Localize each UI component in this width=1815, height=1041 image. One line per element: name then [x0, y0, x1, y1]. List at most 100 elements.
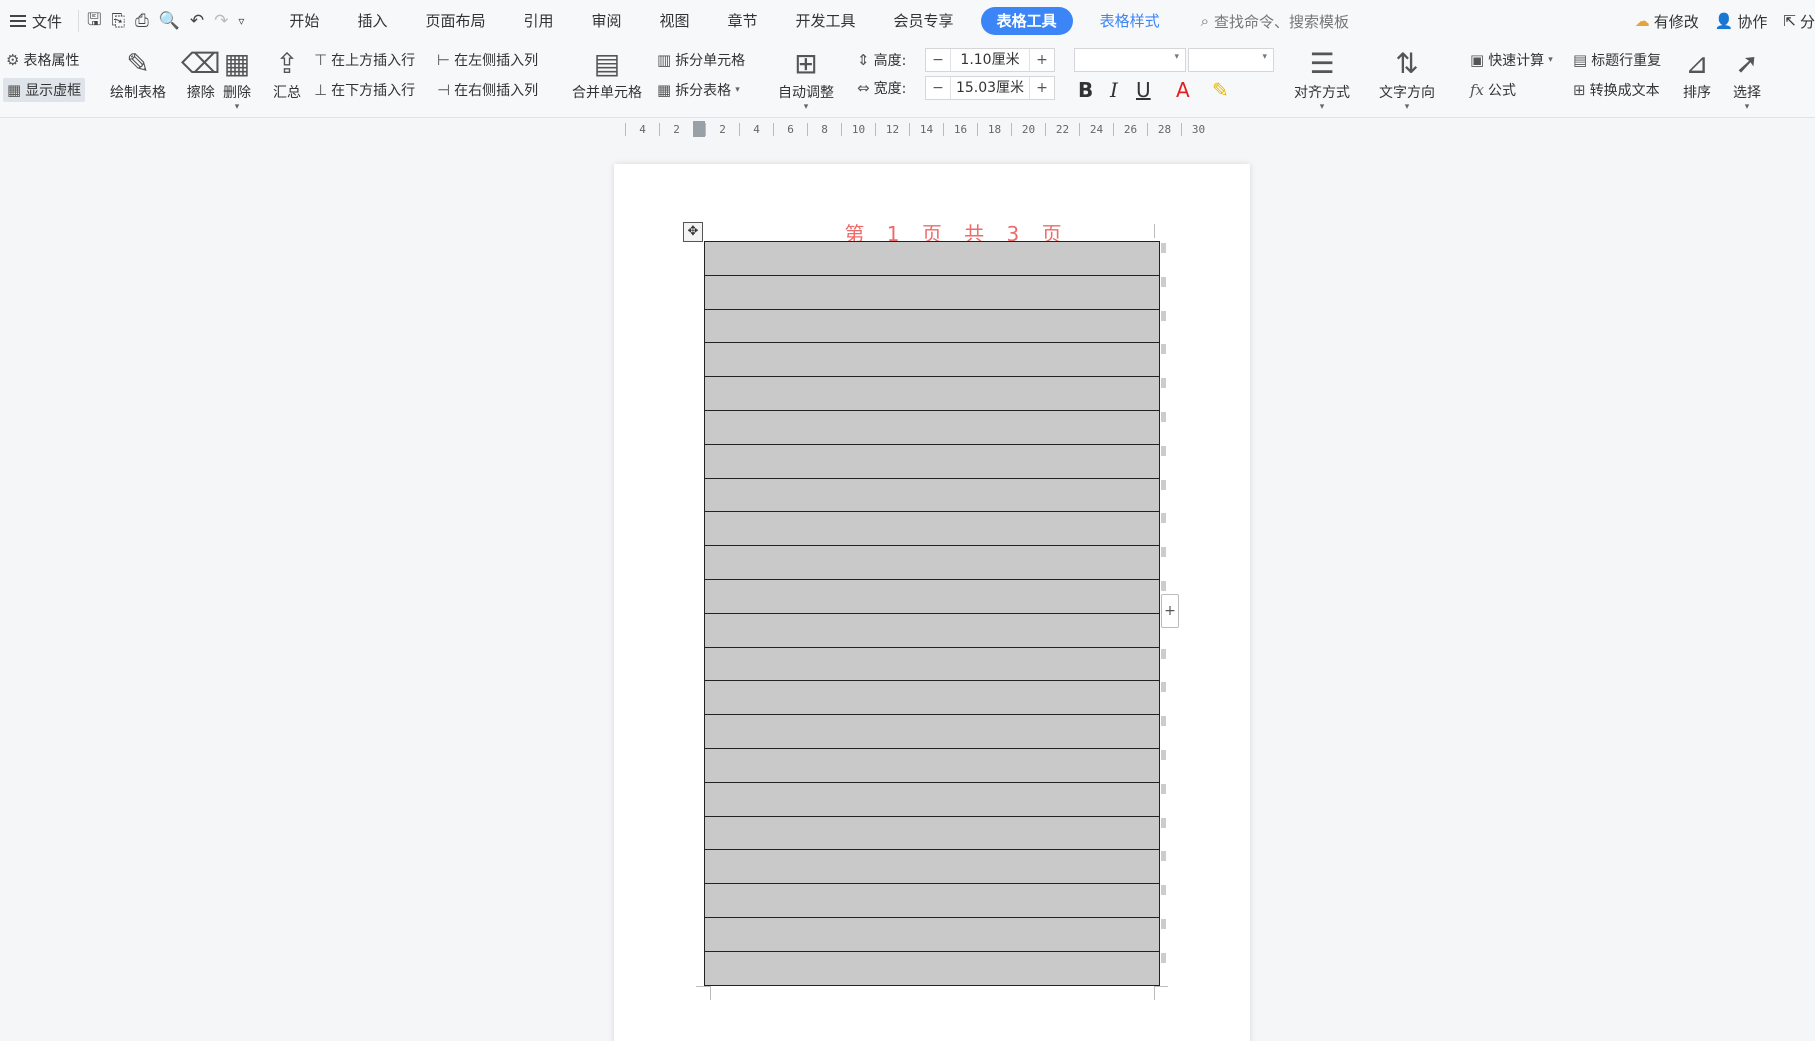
- row-resize-marker[interactable]: [1161, 376, 1167, 410]
- row-resize-marker[interactable]: [1161, 647, 1167, 681]
- table-cell[interactable]: [704, 950, 1160, 986]
- table-row[interactable]: [704, 443, 1160, 479]
- show-grid-button[interactable]: ▦ 显示虚框: [3, 78, 86, 102]
- row-resize-marker[interactable]: [1161, 511, 1167, 545]
- modified-button[interactable]: ☁ 有修改: [1635, 11, 1699, 32]
- table-row[interactable]: [704, 646, 1160, 682]
- share-button[interactable]: ⇱ 分: [1783, 11, 1815, 32]
- table-row[interactable]: [704, 950, 1160, 986]
- customize-icon[interactable]: ▿: [238, 14, 244, 28]
- underline-icon[interactable]: U: [1136, 78, 1151, 102]
- table-cell[interactable]: [704, 916, 1160, 952]
- row-resize-marker[interactable]: [1161, 444, 1167, 478]
- tab-home[interactable]: 开始: [270, 0, 338, 42]
- summary-button[interactable]: ⇪ 汇总: [273, 46, 301, 102]
- table-row[interactable]: [704, 241, 1160, 276]
- table-cell[interactable]: [704, 883, 1160, 918]
- table-row[interactable]: [704, 680, 1160, 716]
- table-props-button[interactable]: ⚙ 表格属性: [6, 50, 79, 70]
- highlight-icon[interactable]: ✎: [1212, 78, 1229, 102]
- undo-icon[interactable]: ↶: [190, 11, 204, 31]
- document-page[interactable]: 第 1 页 共 3 页 ✥ +: [614, 164, 1250, 1041]
- tab-layout[interactable]: 页面布局: [406, 0, 504, 42]
- table-row[interactable]: [704, 477, 1160, 513]
- sort-button[interactable]: ⊿ 排序: [1683, 46, 1711, 102]
- table-row[interactable]: [704, 815, 1160, 851]
- row-resize-marker[interactable]: [1161, 883, 1167, 917]
- font-size-select[interactable]: [1188, 48, 1274, 72]
- table-cell[interactable]: [704, 409, 1160, 445]
- row-resize-marker[interactable]: [1161, 748, 1167, 782]
- ruler-indent-marker[interactable]: [693, 121, 705, 137]
- select-button[interactable]: ➚ 选择: [1733, 46, 1761, 112]
- table-row[interactable]: [704, 376, 1160, 411]
- row-resize-marker[interactable]: [1161, 816, 1167, 850]
- tab-insert[interactable]: 插入: [338, 0, 406, 42]
- table-row[interactable]: [704, 409, 1160, 445]
- export-icon[interactable]: ⎘: [112, 11, 126, 31]
- table-cell[interactable]: [704, 545, 1160, 580]
- table-row[interactable]: [704, 545, 1160, 580]
- table-row[interactable]: [704, 916, 1160, 952]
- row-resize-marker[interactable]: [1161, 917, 1167, 951]
- table-cell[interactable]: [704, 342, 1160, 378]
- tab-table-style[interactable]: 表格样式: [1081, 0, 1179, 42]
- draw-table-button[interactable]: ✎ 绘制表格: [110, 46, 166, 102]
- table-cell[interactable]: [704, 781, 1160, 817]
- align-button[interactable]: ☰ 对齐方式: [1294, 46, 1350, 112]
- row-resize-marker[interactable]: [1161, 309, 1167, 343]
- bold-icon[interactable]: B: [1078, 78, 1093, 102]
- insert-above-button[interactable]: ⊤ 在上方插入行: [314, 50, 415, 70]
- formula-button[interactable]: fx 公式: [1470, 80, 1516, 100]
- table-cell[interactable]: [704, 680, 1160, 716]
- erase-button[interactable]: ⌫ 擦除: [181, 46, 221, 102]
- table-row[interactable]: [704, 308, 1160, 344]
- table-row[interactable]: [704, 781, 1160, 817]
- table-cell[interactable]: [704, 241, 1160, 276]
- table-row[interactable]: [704, 578, 1160, 614]
- quick-calc-button[interactable]: ▣ 快速计算: [1470, 50, 1553, 70]
- tab-section[interactable]: 章节: [709, 0, 777, 42]
- col-width-value[interactable]: 15.03厘米: [950, 77, 1030, 99]
- to-text-button[interactable]: ⊞ 转换成文本: [1573, 80, 1660, 100]
- row-resize-marker[interactable]: [1161, 782, 1167, 816]
- row-resize-marker[interactable]: [1161, 714, 1167, 748]
- row-resize-marker[interactable]: [1161, 680, 1167, 714]
- table-cell[interactable]: [704, 714, 1160, 749]
- col-width-increase[interactable]: +: [1030, 80, 1054, 96]
- redo-icon[interactable]: ↷: [214, 11, 228, 31]
- auto-fit-button[interactable]: ⊞ 自动调整: [778, 46, 834, 112]
- table-row[interactable]: [704, 849, 1160, 885]
- table-cell[interactable]: [704, 274, 1160, 310]
- table-row[interactable]: [704, 342, 1160, 378]
- row-resize-marker[interactable]: [1161, 849, 1167, 883]
- table-row[interactable]: [704, 511, 1160, 547]
- file-menu[interactable]: 文件: [0, 0, 72, 42]
- table-cell[interactable]: [704, 815, 1160, 851]
- row-resize-marker[interactable]: [1161, 241, 1167, 275]
- table-move-handle-icon[interactable]: ✥: [683, 222, 703, 242]
- table-row[interactable]: [704, 612, 1160, 648]
- document-table[interactable]: [704, 241, 1160, 986]
- header-repeat-button[interactable]: ▤ 标题行重复: [1573, 50, 1661, 70]
- row-height-increase[interactable]: +: [1030, 52, 1054, 68]
- tab-references[interactable]: 引用: [504, 0, 572, 42]
- table-cell[interactable]: [704, 578, 1160, 614]
- table-cell[interactable]: [704, 849, 1160, 885]
- font-family-select[interactable]: [1074, 48, 1186, 72]
- add-column-plus-icon[interactable]: +: [1161, 594, 1179, 628]
- command-search[interactable]: ⌕ 查找命令、搜索模板: [1201, 11, 1349, 32]
- table-cell[interactable]: [704, 646, 1160, 682]
- table-cell[interactable]: [704, 443, 1160, 479]
- split-table-button[interactable]: ▦ 拆分表格: [657, 80, 740, 100]
- save-icon[interactable]: 🖫: [87, 7, 101, 36]
- row-height-stepper[interactable]: − 1.10厘米 +: [925, 48, 1055, 72]
- row-resize-marker[interactable]: [1161, 410, 1167, 444]
- collab-button[interactable]: 👤 协作: [1715, 11, 1768, 32]
- merge-cells-button[interactable]: ▤ 合并单元格: [572, 46, 642, 102]
- table-row[interactable]: [704, 714, 1160, 749]
- row-resize-marker[interactable]: [1161, 275, 1167, 309]
- insert-left-button[interactable]: ⊢ 在左侧插入列: [437, 50, 538, 70]
- horizontal-ruler[interactable]: 4 2 2 4 6 8 10 12 14 16 18 20 22 24 26 28 30: [625, 120, 1225, 138]
- split-cells-button[interactable]: ▥ 拆分单元格: [657, 50, 745, 70]
